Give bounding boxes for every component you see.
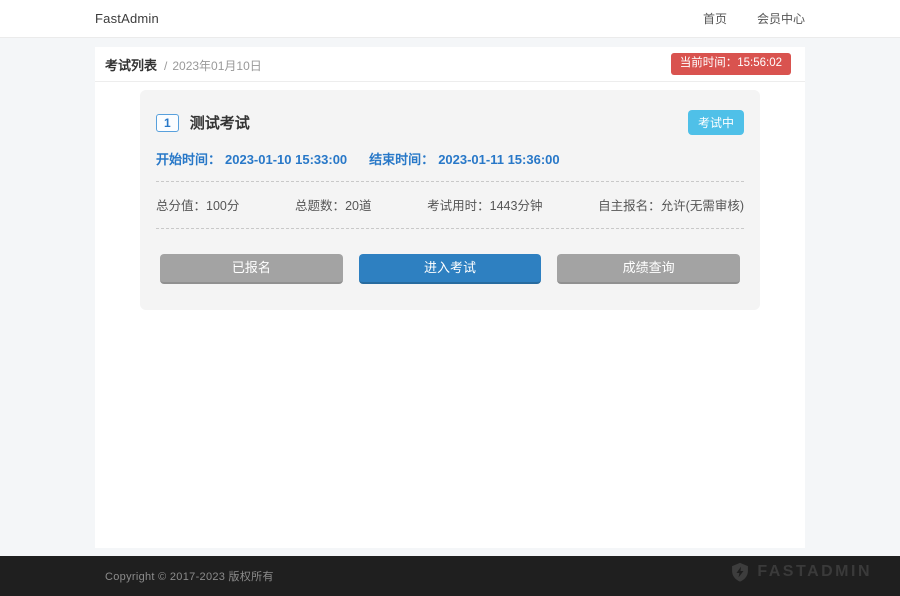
dashed-divider <box>156 181 744 182</box>
nav-link-home[interactable]: 首页 <box>703 10 727 27</box>
breadcrumb-separator: / <box>164 59 167 73</box>
exam-start-time: 开始时间： 2023-01-10 15:33:00 <box>156 149 347 168</box>
fastadmin-logo: FASTADMIN <box>730 562 872 582</box>
breadcrumb: 考试列表 / 2023年01月10日 <box>105 55 262 74</box>
exam-list: 1 测试考试 考试中 开始时间： 2023-01-10 15:33:00 结束时间… <box>95 82 805 310</box>
fastadmin-logo-text: FASTADMIN <box>757 563 872 581</box>
exam-times: 开始时间： 2023-01-10 15:33:00 结束时间： 2023-01-11… <box>156 149 744 168</box>
registered-button[interactable]: 已报名 <box>160 254 343 284</box>
exam-stats: 总分值：100分 总题数：20道 考试用时：1443分钟 自主报名：允许(无需审… <box>156 195 744 214</box>
end-time-value: 2023-01-11 15:36:00 <box>438 152 559 167</box>
enter-exam-button[interactable]: 进入考试 <box>359 254 542 284</box>
top-navbar: FastAdmin 首页 会员中心 <box>0 0 900 38</box>
brand-logo-text[interactable]: FastAdmin <box>95 11 159 26</box>
exam-card: 1 测试考试 考试中 开始时间： 2023-01-10 15:33:00 结束时间… <box>140 90 760 310</box>
exam-title: 测试考试 <box>190 112 250 133</box>
stat-duration: 考试用时：1443分钟 <box>427 195 542 214</box>
start-time-value: 2023-01-10 15:33:00 <box>225 152 347 167</box>
shield-bolt-icon <box>730 562 750 582</box>
stat-total-score: 总分值：100分 <box>156 195 239 214</box>
stat-question-count: 总题数：20道 <box>295 195 371 214</box>
start-time-label: 开始时间： <box>156 152 221 167</box>
breadcrumb-title: 考试列表 <box>105 55 157 74</box>
page-footer: Copyright © 2017-2023 版权所有 FASTADMIN <box>0 556 900 596</box>
breadcrumb-date: 2023年01月10日 <box>172 57 261 74</box>
current-time-badge: 当前时间：15:56:02 <box>671 53 791 75</box>
breadcrumb-bar: 考试列表 / 2023年01月10日 当前时间：15:56:02 <box>95 47 805 82</box>
nav-links: 首页 会员中心 <box>703 10 805 27</box>
exam-status-badge: 考试中 <box>688 110 744 135</box>
score-query-button[interactable]: 成绩查询 <box>557 254 740 284</box>
exam-index-badge: 1 <box>156 114 179 132</box>
nav-link-member-center[interactable]: 会员中心 <box>757 10 805 27</box>
end-time-label: 结束时间： <box>369 152 434 167</box>
copyright-text: Copyright © 2017-2023 版权所有 <box>105 568 274 584</box>
exam-end-time: 结束时间： 2023-01-11 15:36:00 <box>369 149 559 168</box>
exam-actions: 已报名 进入考试 成绩查询 <box>156 254 744 284</box>
main-panel: 考试列表 / 2023年01月10日 当前时间：15:56:02 1 测试考试 … <box>95 47 805 548</box>
dashed-divider <box>156 228 744 229</box>
stat-self-enroll: 自主报名：允许(无需审核) <box>598 195 744 214</box>
